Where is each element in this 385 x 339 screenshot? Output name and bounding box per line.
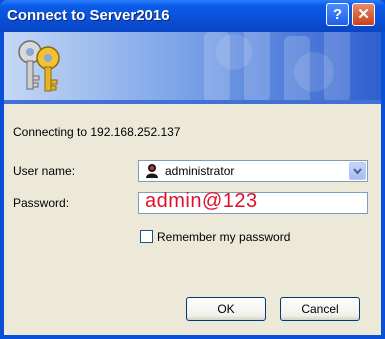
window-title: Connect to Server2016	[7, 7, 170, 24]
dialog-body: Connecting to 192.168.252.137 User name:…	[4, 32, 381, 335]
username-combobox[interactable]: administrator	[138, 160, 368, 182]
title-bar[interactable]: Connect to Server2016 ? ✕	[0, 0, 385, 32]
password-value: admin@123	[145, 190, 258, 212]
help-button[interactable]: ?	[326, 3, 349, 26]
user-icon	[146, 164, 158, 178]
login-dialog-window: Connect to Server2016 ? ✕ Connecting to …	[0, 0, 385, 339]
window-border-right	[381, 32, 385, 339]
username-label: User name:	[13, 164, 76, 178]
remember-password-label[interactable]: Remember my password	[157, 230, 290, 244]
ok-button[interactable]: OK	[186, 297, 266, 321]
password-field[interactable]: admin@123	[138, 190, 368, 214]
window-border-bottom	[0, 335, 385, 339]
chevron-down-icon	[353, 168, 362, 175]
cancel-button[interactable]: Cancel	[280, 297, 360, 321]
banner	[4, 32, 381, 100]
banner-divider	[4, 100, 381, 104]
banner-decoration	[204, 32, 350, 100]
remember-password-checkbox[interactable]	[140, 230, 153, 243]
keys-icon	[18, 40, 60, 92]
username-dropdown-button[interactable]	[349, 162, 366, 180]
username-value: administrator	[165, 164, 235, 178]
close-button[interactable]: ✕	[352, 3, 375, 26]
close-icon: ✕	[357, 6, 370, 23]
password-label: Password:	[13, 196, 70, 210]
help-icon: ?	[332, 6, 343, 23]
connecting-text: Connecting to 192.168.252.137	[13, 125, 181, 139]
